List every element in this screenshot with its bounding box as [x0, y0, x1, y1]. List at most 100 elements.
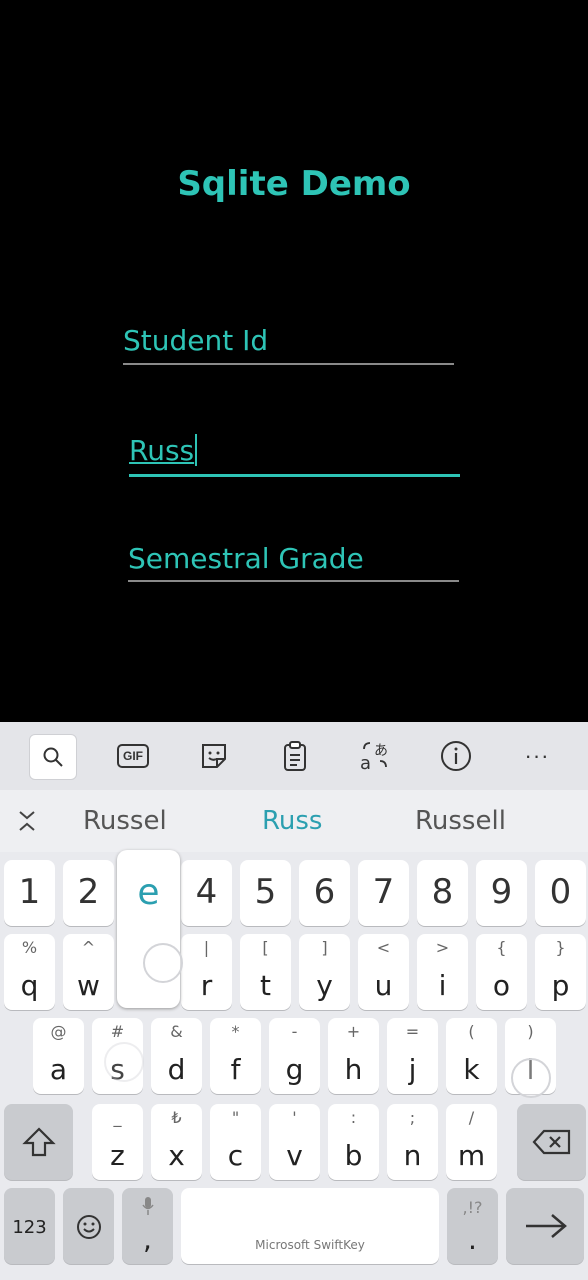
key-w-secondary: ^ — [81, 938, 96, 957]
backspace-key[interactable] — [517, 1104, 586, 1180]
key-v[interactable]: ' v — [269, 1104, 320, 1180]
key-7[interactable]: 7 — [358, 860, 409, 926]
key-l-secondary: ) — [527, 1022, 534, 1041]
comma-key-label: , — [143, 1223, 152, 1256]
key-1-label: 1 — [18, 872, 41, 912]
key-i[interactable]: > i — [417, 934, 468, 1010]
key-g-secondary: - — [291, 1022, 298, 1041]
key-j-secondary: = — [405, 1022, 420, 1041]
key-p-secondary: } — [555, 938, 566, 957]
key-j[interactable]: = j — [387, 1018, 438, 1094]
suggestion-1[interactable]: Russel — [83, 806, 167, 836]
key-5-label: 5 — [254, 872, 277, 912]
key-y[interactable]: ] y — [299, 934, 350, 1010]
touch-indicator — [143, 943, 183, 983]
key-v-label: v — [286, 1139, 303, 1172]
field-underline-active — [129, 474, 460, 477]
key-z[interactable]: _ z — [92, 1104, 143, 1180]
key-g[interactable]: -g — [269, 1018, 320, 1094]
key-f-secondary: * — [231, 1022, 240, 1041]
key-4-label: 4 — [195, 872, 218, 912]
student-id-field[interactable]: Student Id — [123, 324, 454, 366]
key-n[interactable]: ; n — [387, 1104, 438, 1180]
suggestion-3[interactable]: Russell — [415, 806, 506, 836]
key-o-secondary: { — [496, 938, 507, 957]
space-key[interactable]: Microsoft SwiftKey — [181, 1188, 439, 1264]
enter-key[interactable] — [506, 1188, 584, 1264]
key-c-secondary: " — [231, 1108, 240, 1127]
key-u-label: u — [374, 969, 393, 1002]
svg-text:a: a — [360, 753, 371, 773]
key-o[interactable]: {o — [476, 934, 527, 1010]
clipboard-icon[interactable] — [272, 734, 318, 778]
numbers-key-label: 123 — [12, 1217, 47, 1238]
period-key-label: . — [468, 1223, 477, 1256]
numbers-key[interactable]: 123 — [4, 1188, 55, 1264]
key-m[interactable]: / m — [446, 1104, 497, 1180]
shift-icon — [22, 1127, 56, 1157]
key-6[interactable]: 6 — [299, 860, 350, 926]
key-z-secondary: _ — [113, 1108, 122, 1127]
key-8[interactable]: 8 — [417, 860, 468, 926]
key-u[interactable]: < u — [358, 934, 409, 1010]
more-icon[interactable]: ··· — [514, 734, 560, 778]
collapse-icon[interactable] — [16, 808, 38, 839]
key-c[interactable]: " c — [210, 1104, 261, 1180]
suggestion-2[interactable]: Russ — [262, 806, 322, 836]
key-k-label: k — [463, 1053, 480, 1086]
microphone-icon — [142, 1197, 154, 1215]
key-h-secondary: + — [346, 1022, 361, 1041]
sticker-icon[interactable] — [191, 734, 237, 778]
key-i-label: i — [438, 969, 447, 1002]
gif-label: GIF — [117, 744, 149, 768]
search-icon[interactable] — [29, 734, 77, 780]
name-field-value: Russ — [129, 434, 195, 467]
emoji-icon — [77, 1215, 101, 1239]
key-popup: e — [117, 850, 180, 1008]
key-a-label: a — [49, 1053, 68, 1086]
gif-icon[interactable]: GIF — [110, 734, 156, 778]
field-underline — [128, 580, 459, 582]
key-t[interactable]: [t — [240, 934, 291, 1010]
translate-icon[interactable]: aあ — [352, 734, 398, 778]
shift-key[interactable] — [4, 1104, 73, 1180]
semestral-grade-field[interactable]: Semestral Grade — [128, 542, 459, 584]
key-w[interactable]: ^ w — [63, 934, 114, 1010]
key-m-label: m — [457, 1139, 486, 1172]
key-b[interactable]: :b — [328, 1104, 379, 1180]
field-underline — [123, 363, 454, 365]
key-q-secondary: % — [21, 938, 38, 957]
emoji-key[interactable] — [63, 1188, 114, 1264]
key-9[interactable]: 9 — [476, 860, 527, 926]
key-a[interactable]: @ a — [33, 1018, 84, 1094]
key-n-label: n — [403, 1139, 422, 1172]
period-key[interactable]: ,!? . — [447, 1188, 498, 1264]
key-0[interactable]: 0 — [535, 860, 586, 926]
key-2[interactable]: 2 — [63, 860, 114, 926]
key-d[interactable]: & d — [151, 1018, 202, 1094]
key-q[interactable]: % q — [4, 934, 55, 1010]
key-b-secondary: : — [350, 1108, 357, 1127]
key-5[interactable]: 5 — [240, 860, 291, 926]
key-g-label: g — [285, 1053, 304, 1086]
key-b-label: b — [344, 1139, 363, 1172]
more-label: ··· — [524, 743, 550, 768]
key-k[interactable]: (k — [446, 1018, 497, 1094]
key-r[interactable]: | r — [181, 934, 232, 1010]
key-p[interactable]: } p — [535, 934, 586, 1010]
key-1[interactable]: 1 — [4, 860, 55, 926]
key-v-secondary: ' — [292, 1108, 297, 1127]
name-field[interactable]: Russ — [129, 434, 460, 478]
key-t-secondary: [ — [262, 938, 269, 957]
key-x-label: x — [168, 1139, 185, 1172]
key-x[interactable]: ₺ x — [151, 1104, 202, 1180]
key-r-secondary: | — [203, 938, 210, 957]
student-id-placeholder: Student Id — [123, 324, 269, 357]
key-h[interactable]: + h — [328, 1018, 379, 1094]
backspace-icon — [532, 1129, 571, 1155]
comma-key[interactable]: , — [122, 1188, 173, 1264]
info-icon[interactable] — [433, 734, 479, 778]
key-a-secondary: @ — [50, 1022, 67, 1041]
key-4[interactable]: 4 — [181, 860, 232, 926]
key-f[interactable]: * f — [210, 1018, 261, 1094]
